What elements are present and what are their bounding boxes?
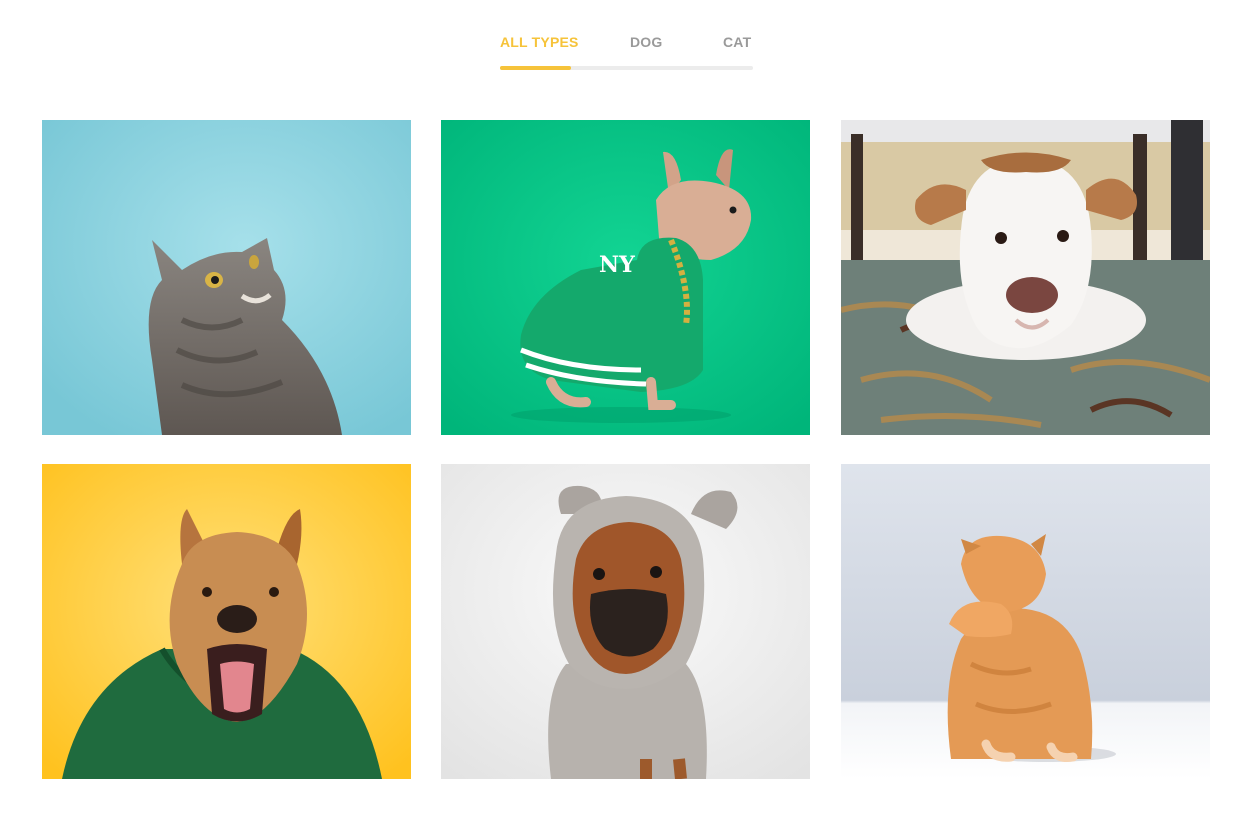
gallery-item-dog-pug[interactable] [441,464,810,779]
filter-tabs: ALL TYPES DOG CAT [500,34,753,74]
svg-text:NY: NY [599,252,635,278]
gallery-item-cat-tabby[interactable] [42,120,411,435]
gallery-item-dog-frenchie[interactable]: NY [441,120,810,435]
dog-photo [441,464,810,779]
tab-track [500,66,753,70]
cat-photo [42,120,411,435]
dog-photo [841,120,1210,435]
gallery-item-dog-yawning[interactable] [42,464,411,779]
gallery-item-cat-kitten[interactable] [841,464,1210,779]
active-tab-indicator [500,66,571,70]
tab-dog[interactable]: DOG [630,34,663,50]
gallery-item-dog-pitbull[interactable] [841,120,1210,435]
tab-cat[interactable]: CAT [723,34,751,50]
cat-photo [841,464,1210,779]
tab-all-types[interactable]: ALL TYPES [500,34,579,50]
dog-photo: NY [441,120,810,435]
dog-photo [42,464,411,779]
